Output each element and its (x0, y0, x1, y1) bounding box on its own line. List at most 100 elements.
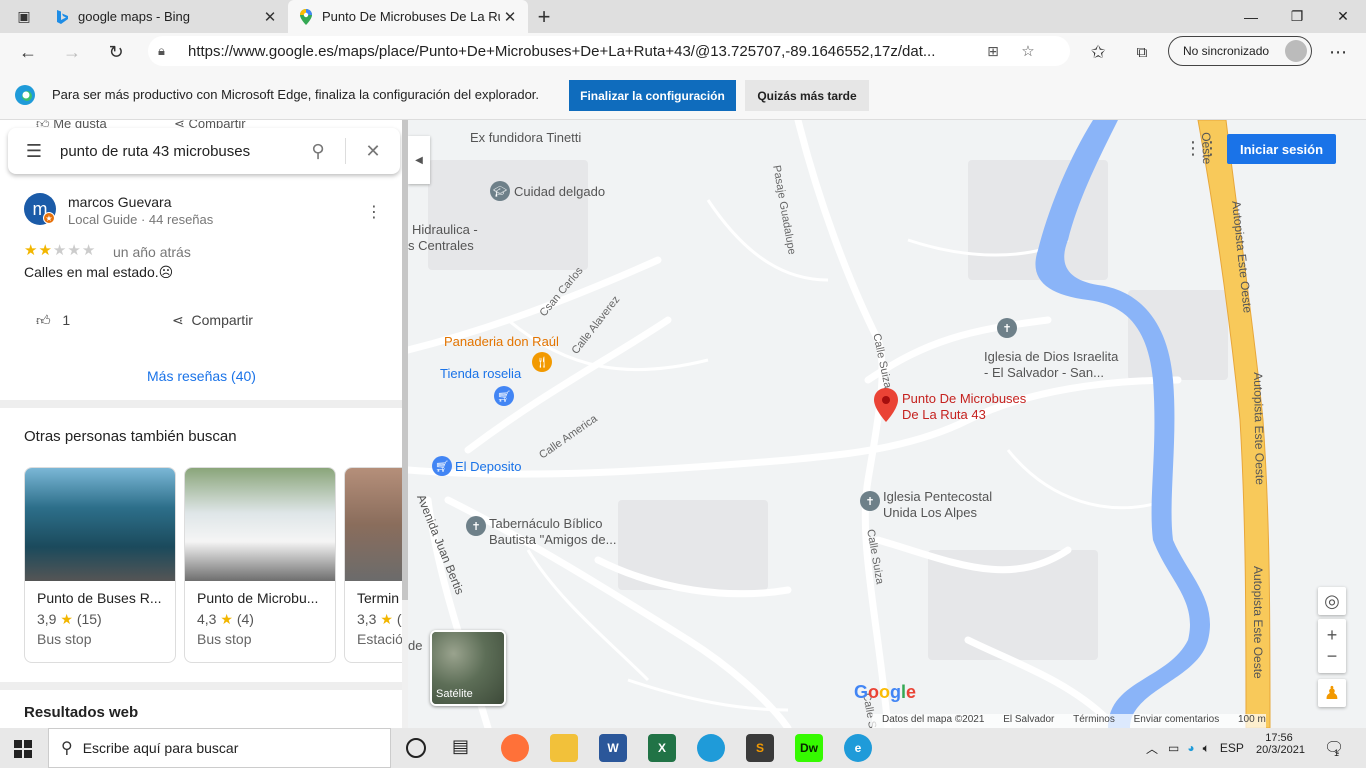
edge-icon[interactable] (697, 734, 725, 762)
scale-label[interactable]: 100 m (1238, 714, 1266, 725)
sync-label: No sincronizado (1183, 44, 1270, 58)
selected-place-pin-icon[interactable] (874, 388, 898, 422)
volume-icon[interactable]: 🔈︎ (1203, 741, 1210, 756)
search-icon[interactable]: ⚲ (291, 141, 345, 162)
refresh-icon[interactable]: ↻ (100, 36, 132, 68)
share-review-button[interactable]: ⋖ Compartir (172, 312, 253, 329)
reviewer-name[interactable]: marcos Guevara (68, 194, 171, 210)
hamburger-menu-icon[interactable]: ☰ (8, 141, 60, 162)
poi-iglesia-dios-2[interactable]: - El Salvador - San... (984, 365, 1104, 381)
poi-fundidora[interactable]: Ex fundidora Tinetti (470, 130, 581, 146)
poi-tabernaculo[interactable]: Tabernáculo Bíblico (489, 516, 602, 532)
related-place-card[interactable]: Punto de Microbu... 4,3 ★ (4) Bus stop (184, 467, 336, 663)
collapse-panel-button[interactable]: ◀ (408, 136, 430, 184)
pegman-icon[interactable]: ♟ (1318, 679, 1346, 707)
church-icon[interactable]: ✝ (466, 516, 486, 536)
avatar-icon (1285, 40, 1307, 62)
zoom-out-icon[interactable]: − (1327, 646, 1338, 667)
feedback-link[interactable]: Enviar comentarios (1134, 714, 1220, 725)
terms-link[interactable]: Términos (1073, 714, 1115, 725)
finish-setup-button[interactable]: Finalizar la configuración (569, 80, 736, 111)
poi-pentecostal-2[interactable]: Unida Los Alpes (883, 505, 977, 521)
country-link[interactable]: El Salvador (1003, 714, 1054, 725)
back-arrow-icon[interactable]: ← (12, 36, 44, 68)
windows-start-icon[interactable] (14, 740, 32, 763)
zoom-in-icon[interactable]: + (1327, 625, 1338, 646)
poi-tabernaculo-2[interactable]: Bautista "Amigos de... (489, 532, 616, 548)
system-tray: ︿ ▭ ◕ 🔈︎ ESP (1146, 728, 1262, 768)
restaurant-icon[interactable]: 🍴︎ (532, 352, 552, 372)
language-indicator[interactable]: ESP (1220, 741, 1244, 755)
maps-search-box: ☰ punto de ruta 43 microbuses ⚲ ✕ (8, 128, 400, 174)
taskbar-search[interactable]: ⚲ Escribe aquí para buscar (48, 728, 391, 768)
clear-search-icon[interactable]: ✕ (346, 141, 400, 162)
address-bar[interactable]: 🔒︎ https://www.google.es/maps/place/Punt… (148, 36, 1070, 66)
collections-icon[interactable]: ⧉ (1126, 36, 1158, 68)
more-menu-icon[interactable]: ⋯ (1322, 36, 1354, 68)
close-window-button[interactable]: ✕ (1320, 0, 1366, 33)
clock[interactable]: 17:56 20/3/2021 (1256, 732, 1305, 756)
poi-punto-microbuses[interactable]: Punto De Microbuses (902, 391, 1026, 407)
school-icon[interactable]: 🎓︎ (490, 181, 510, 201)
new-tab-button[interactable]: + (528, 0, 560, 33)
word-icon[interactable]: W (599, 734, 627, 762)
minimize-button[interactable]: — (1228, 0, 1274, 33)
more-reviews-link[interactable]: Más reseñas (40) (147, 368, 256, 384)
poi-deposito[interactable]: El Deposito (455, 459, 521, 475)
shopping-cart-icon[interactable]: 🛒︎ (494, 386, 514, 406)
time: 17:56 (1265, 732, 1293, 744)
task-view-icon[interactable]: ▤ (452, 736, 469, 757)
file-explorer-icon[interactable] (550, 734, 578, 762)
satellite-label: Satélite (436, 688, 473, 700)
section-divider (0, 682, 402, 690)
excel-icon[interactable]: X (648, 734, 676, 762)
add-favorite-icon[interactable]: ☆ (1008, 42, 1048, 60)
satellite-layer-button[interactable]: Satélite (430, 630, 506, 706)
search-input[interactable]: punto de ruta 43 microbuses (60, 143, 291, 160)
poi-iglesia-dios[interactable]: Iglesia de Dios Israelita (984, 349, 1118, 365)
poi-cuidad[interactable]: Cuidad delgado (514, 184, 605, 200)
church-icon[interactable]: ✝ (860, 491, 880, 511)
review-stars: ★★★★★ (24, 242, 97, 259)
poi-tienda[interactable]: Tienda roselia (440, 366, 521, 382)
favorites-icon[interactable]: ✩ (1082, 36, 1114, 68)
shopping-cart-icon[interactable]: 🛒︎ (432, 456, 452, 476)
internet-explorer-icon[interactable]: e (844, 734, 872, 762)
tab-google-maps[interactable]: Punto De Microbuses De La Ruta ✕ (288, 0, 528, 33)
tab-bing[interactable]: google maps - Bing ✕ (44, 0, 288, 33)
close-icon[interactable]: ✕ (260, 8, 280, 26)
battery-icon[interactable]: ▭ (1168, 741, 1179, 755)
place-photo (345, 468, 408, 581)
app-grid-icon[interactable]: ⊞ (978, 43, 1008, 60)
review-time: un año atrás (113, 244, 191, 260)
my-location-icon[interactable]: ◎ (1318, 587, 1346, 615)
poi-hidraulica[interactable]: Hidraulica - (412, 222, 478, 238)
map-canvas[interactable]: Ex fundidora Tinetti 🎓︎ Cuidad delgado H… (408, 120, 1366, 728)
cortana-icon[interactable] (406, 738, 426, 758)
related-place-card[interactable]: Termin 3,3 ★ ( Estació (344, 467, 408, 663)
google-logo: Google (854, 682, 917, 702)
dreamweaver-icon[interactable]: Dw (795, 734, 823, 762)
tab-actions-icon[interactable]: ▣ (8, 0, 40, 33)
sublime-icon[interactable]: S (746, 734, 774, 762)
maybe-later-button[interactable]: Quizás más tarde (745, 80, 869, 111)
poi-pentecostal[interactable]: Iglesia Pentecostal (883, 489, 992, 505)
chevron-up-icon[interactable]: ︿ (1146, 740, 1158, 757)
restore-button[interactable]: ❐ (1274, 0, 1320, 33)
like-review-button[interactable]: 👍︎ 1 (36, 312, 70, 329)
sync-profile-button[interactable]: No sincronizado (1168, 36, 1312, 66)
url-text[interactable]: https://www.google.es/maps/place/Punto+D… (188, 43, 978, 60)
taskbar-search-input[interactable]: Escribe aquí para buscar (83, 740, 239, 756)
poi-centrales[interactable]: s Centrales (408, 238, 474, 254)
network-icon[interactable]: ◕ (1187, 741, 1194, 755)
church-icon[interactable]: ✝ (997, 318, 1017, 338)
poi-panaderia[interactable]: Panaderia don Raúl (444, 334, 559, 350)
close-icon[interactable]: ✕ (500, 8, 520, 26)
more-options-icon[interactable]: ⋮ (366, 202, 382, 222)
forward-arrow-icon[interactable]: → (56, 36, 88, 68)
firefox-icon[interactable] (501, 734, 529, 762)
related-place-card[interactable]: Punto de Buses R... 3,9 ★ (15) Bus stop (24, 467, 176, 663)
poi-punto-microbuses-2[interactable]: De La Ruta 43 (902, 407, 986, 423)
sign-in-button[interactable]: Iniciar sesión (1227, 134, 1336, 164)
place-panel: 👍︎ Me gusta ⋖ Compartir ☰ punto de ruta … (0, 120, 408, 728)
